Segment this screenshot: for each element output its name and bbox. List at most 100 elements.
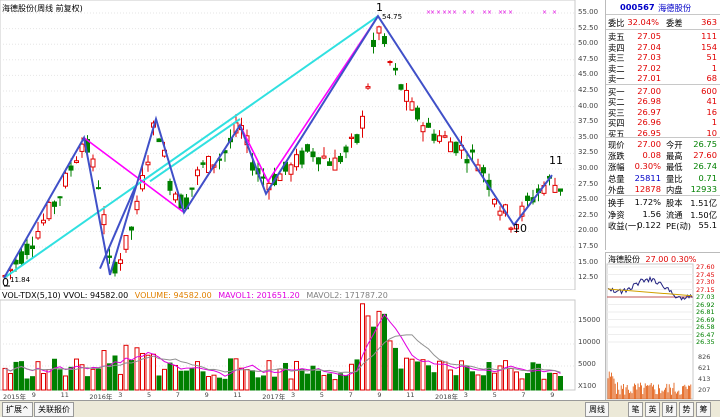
volume-bar <box>398 368 404 391</box>
candle-body <box>90 158 96 168</box>
kline-chart[interactable]: ×× × × × × × × × × ×× × × × <box>0 0 604 291</box>
wave-label-start: 0 <box>2 276 9 289</box>
date-tick: 7 <box>521 391 526 399</box>
candle-body <box>145 161 151 166</box>
volume-bar <box>288 378 294 391</box>
candle-body <box>129 226 134 231</box>
volume-bar <box>24 378 30 391</box>
candle-body <box>453 141 459 154</box>
side-tab[interactable]: 财 <box>662 402 677 417</box>
commission-diff-value: 363 <box>701 17 717 27</box>
date-tick: 5 <box>492 391 497 399</box>
candle-body <box>156 138 162 143</box>
volume-bar <box>52 358 57 391</box>
volume-bar <box>437 360 442 391</box>
volume-panel[interactable]: VOL-TDX(5,10) VVOL: 94582.00 VOLUME: 945… <box>0 290 604 401</box>
candle-body <box>57 196 63 199</box>
candle-body <box>360 115 365 129</box>
volume-bar <box>244 369 250 391</box>
volume-bar <box>162 368 167 391</box>
volume-bar <box>299 369 305 391</box>
intraday-vol-tick: 826 <box>698 353 711 361</box>
volume-bar <box>382 313 387 391</box>
bid-row: 买二 26.98 41 <box>606 96 719 107</box>
candle-body <box>206 155 211 174</box>
bottom-toolbar: 扩展^ 关联报价 周线 笔英财势筹 <box>0 400 720 417</box>
fund-label: PE(动) <box>666 221 692 231</box>
fundamental-row: 收益(一) 0.122 PE(动) 55.1 <box>606 220 719 231</box>
stat-value: 12878 <box>634 183 661 194</box>
volume-bar <box>101 350 107 391</box>
candle-body <box>24 243 30 255</box>
candle-body <box>552 184 558 193</box>
ask-row: 卖一 27.01 68 <box>606 73 719 84</box>
volume-bar <box>145 354 151 391</box>
candle-body <box>123 235 129 250</box>
ask-row: 卖二 27.02 1 <box>606 63 719 74</box>
fund-label: 股本 <box>666 198 683 208</box>
volume-bar <box>415 361 420 391</box>
fund-label: 流通 <box>666 209 683 220</box>
candle-body <box>294 154 299 168</box>
volume-bar <box>420 359 426 391</box>
intraday-panel[interactable]: 海德股份 27.00 0.30% 27.60 27.45 27.30 27.15 27.… <box>605 252 720 401</box>
signal-marker: × <box>452 9 457 16</box>
stat-value: 25811 <box>634 172 661 183</box>
candle-body <box>442 135 448 138</box>
volume-bar <box>305 373 310 391</box>
stat-label: 量比 <box>666 173 683 184</box>
volume-bar <box>547 372 552 391</box>
price-tick: 17.50 <box>578 242 599 250</box>
volume-bar <box>222 378 228 391</box>
volume-bar <box>118 373 123 391</box>
signal-marker: × <box>508 9 513 16</box>
signal-marker: × <box>430 9 435 16</box>
volume-chart[interactable] <box>0 290 604 400</box>
related-quote-tab[interactable]: 关联报价 <box>34 402 74 417</box>
fund-label: 收益(一) <box>608 221 640 231</box>
date-tick: 9 <box>31 391 36 399</box>
fundamental-row: 净资 1.56 流通 1.50亿 <box>606 209 719 220</box>
side-tab[interactable]: 筹 <box>696 402 711 417</box>
expand-tab[interactable]: 扩展^ <box>2 402 33 417</box>
fund-value: 1.50亿 <box>690 209 717 220</box>
candle-body <box>52 201 57 207</box>
ask-volume: 154 <box>701 41 717 52</box>
quote-header: 000567 海德股份 <box>606 2 719 13</box>
candle-body <box>398 84 404 90</box>
volume-bar <box>8 373 13 391</box>
volume-bar <box>525 373 530 391</box>
vol-indicator-label: VOL-TDX(5,10) VVOL: 94582.00 <box>2 291 129 300</box>
date-tick: 11 <box>406 391 415 399</box>
volume-bar <box>156 375 162 391</box>
side-tab[interactable]: 英 <box>645 402 660 417</box>
candle-body <box>525 195 530 202</box>
volume-bar <box>266 360 272 391</box>
volume-bar <box>74 358 79 391</box>
volume-bar <box>19 361 24 391</box>
price-tick: 15.00 <box>578 257 599 266</box>
bid-volume: 600 <box>701 86 717 96</box>
side-tab[interactable]: 势 <box>679 402 694 417</box>
stat-value: 0.08 <box>642 150 661 161</box>
commission-row: 委比 32.04% 委差 363 <box>606 17 719 28</box>
bid-row: 买三 26.97 16 <box>606 107 719 118</box>
ask-price: 27.05 <box>637 31 661 41</box>
candle-body <box>101 214 107 226</box>
period-tab[interactable]: 周线 <box>585 402 609 417</box>
fundamental-row: 换手 1.72% 股本 1.51亿 <box>606 197 719 208</box>
volume-bar <box>541 378 547 391</box>
date-tick: 3 <box>291 391 296 399</box>
ask-price: 27.02 <box>637 62 661 73</box>
side-tab[interactable]: 笔 <box>628 402 643 417</box>
candle-body <box>30 245 35 250</box>
volume-bar <box>107 363 112 391</box>
volume-bar <box>426 365 431 391</box>
price-tick: 37.50 <box>578 117 599 126</box>
kline-panel[interactable]: × × × × × × × × × × × × × × × 海德股份(周线 前复权) 55.00 52.50 5… <box>0 0 604 291</box>
stat-label: 最低 <box>666 162 683 173</box>
stat-value: 27.00 <box>637 139 661 149</box>
date-tick: 5 <box>319 391 324 399</box>
candle-body <box>354 134 360 143</box>
fund-value: 0.122 <box>637 220 661 230</box>
